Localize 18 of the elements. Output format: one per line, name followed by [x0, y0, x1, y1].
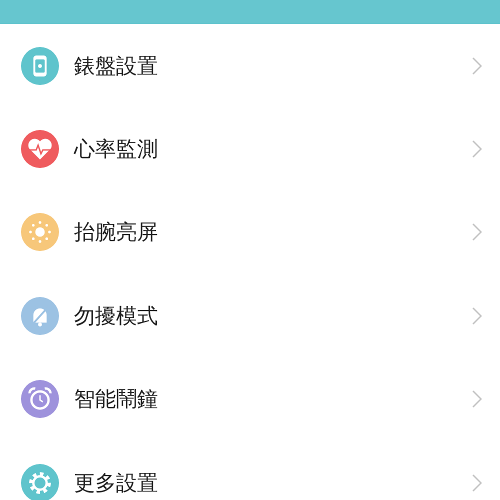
menu-item[interactable]: 勿擾模式 — [0, 274, 500, 358]
menu-label: 抬腕亮屏 — [74, 219, 159, 246]
menu-label: 勿擾模式 — [74, 302, 159, 330]
chevron-right-icon — [472, 140, 482, 158]
menu-label: 智能鬧鐘 — [74, 386, 159, 414]
chevron-right-icon — [472, 390, 482, 408]
menu-item[interactable]: 抬腕亮屏 — [0, 190, 500, 274]
chevron-right-icon — [472, 474, 482, 492]
chevron-right-icon — [472, 306, 482, 325]
menu-label: 心率監測 — [74, 136, 159, 164]
chevron-right-icon — [472, 56, 482, 75]
menu-item[interactable]: 錶盤設置 — [0, 24, 500, 108]
menu-label: 錶盤設置 — [74, 52, 159, 80]
menu-item[interactable]: 心率監測 — [0, 107, 500, 191]
menu-item[interactable]: 智能鬧鐘 — [0, 358, 500, 441]
menu-label: 更多設置 — [74, 470, 159, 497]
menu-item[interactable]: 更多設置 — [0, 440, 500, 500]
chevron-right-icon — [472, 223, 482, 242]
